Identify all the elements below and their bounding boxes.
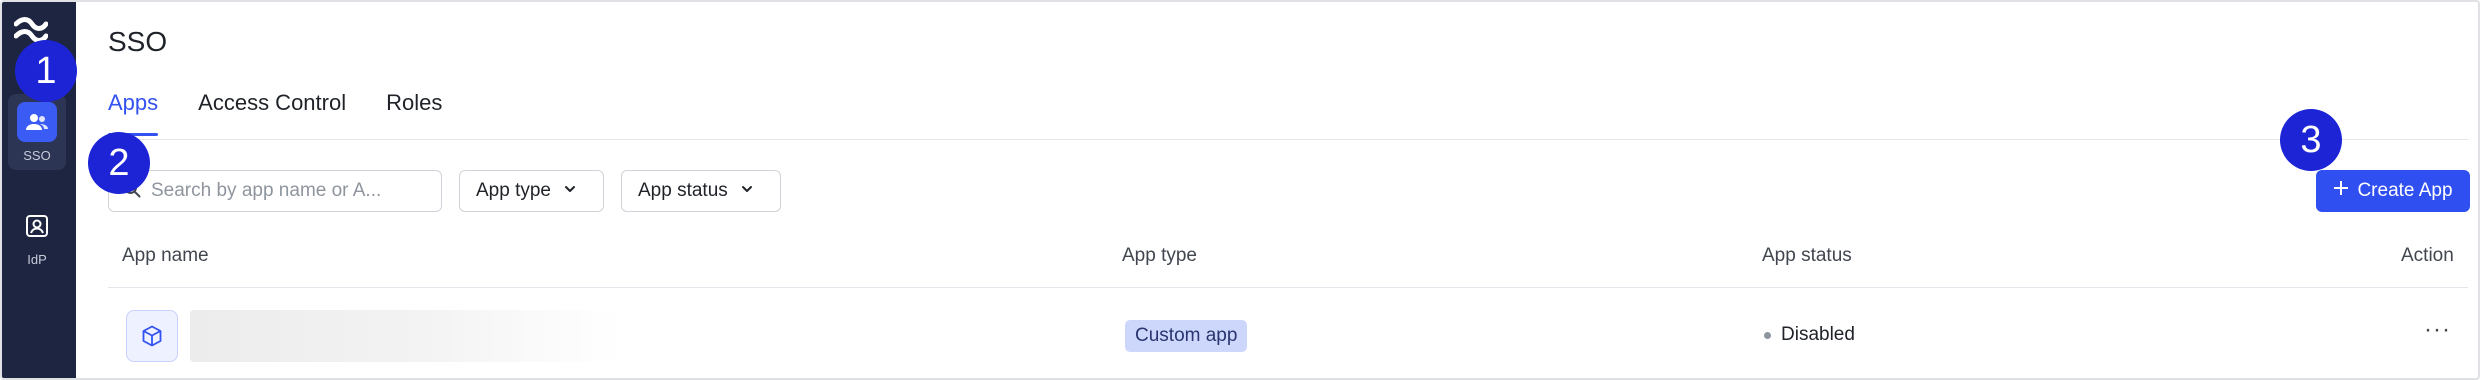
tab-access-control[interactable]: Access Control — [198, 90, 346, 136]
create-app-label: Create App — [2357, 180, 2453, 201]
sidebar-item-sso[interactable]: SSO — [8, 94, 66, 170]
step-marker-1: 1 — [15, 40, 77, 102]
search-input[interactable] — [151, 180, 421, 202]
id-card-icon — [17, 206, 57, 246]
column-header-app-name: App name — [122, 245, 209, 266]
tab-bar: Apps Access Control Roles — [108, 90, 442, 136]
app-type-filter[interactable]: App type — [459, 170, 604, 212]
app-type-filter-label: App type — [476, 180, 551, 201]
cube-icon — [126, 310, 178, 362]
column-header-action: Action — [2401, 245, 2454, 266]
tab-roles[interactable]: Roles — [386, 90, 442, 136]
column-header-app-type: App type — [1122, 245, 1197, 266]
column-header-app-status: App status — [1762, 245, 1852, 266]
chevron-down-icon — [563, 180, 577, 202]
search-box[interactable] — [108, 170, 442, 212]
status-dot — [1764, 331, 1771, 339]
step-marker-2: 2 — [88, 132, 150, 194]
table-row[interactable]: Custom app Disabled ··· — [108, 288, 2468, 378]
sidebar-item-idp[interactable]: IdP — [8, 198, 66, 274]
users-icon — [17, 102, 57, 142]
app-status-filter[interactable]: App status — [621, 170, 781, 212]
sidebar-item-label: SSO — [23, 148, 51, 163]
step-marker-3: 3 — [2280, 109, 2342, 171]
sidebar-item-label: IdP — [27, 252, 47, 267]
app-name-redacted — [190, 310, 620, 362]
app-status-filter-label: App status — [638, 180, 728, 201]
app-status: Disabled — [1764, 324, 1855, 346]
page-title: SSO — [108, 26, 168, 57]
plus-icon — [2333, 180, 2349, 202]
app-status-label: Disabled — [1781, 324, 1855, 345]
chevron-down-icon — [740, 180, 754, 202]
tab-apps[interactable]: Apps — [108, 90, 159, 136]
app-type-badge: Custom app — [1125, 320, 1248, 352]
app-frame: SSO IdP SSO Apps Access Control Roles Se… — [0, 0, 2480, 380]
tabs-divider — [108, 139, 2468, 140]
more-actions-icon[interactable]: ··· — [2424, 316, 2451, 344]
create-app-button[interactable]: Create App — [2316, 170, 2470, 212]
